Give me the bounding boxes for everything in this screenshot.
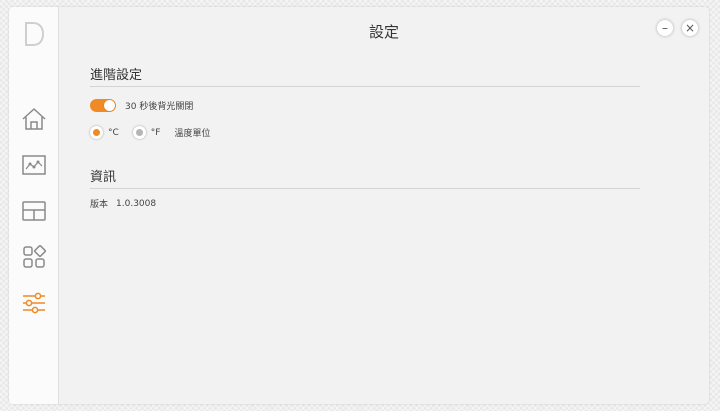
apps-icon	[23, 245, 46, 268]
fahrenheit-radio[interactable]	[132, 126, 146, 139]
version-value: 1.0.3008	[116, 198, 157, 209]
version-label: 版本	[90, 200, 109, 210]
version-row: 版本 1.0.3008	[90, 197, 157, 211]
backlight-toggle[interactable]	[90, 99, 116, 112]
home-icon	[22, 108, 46, 130]
temperature-unit-row: °C °F 溫度單位	[90, 126, 211, 139]
temperature-unit-label: 溫度單位	[174, 129, 211, 139]
chart-icon	[22, 155, 46, 175]
close-button[interactable]: ×	[682, 20, 698, 36]
minimize-button[interactable]: –	[657, 20, 673, 36]
app-logo	[23, 21, 45, 47]
app-window: 設定 – × 進階設定 30 秒後背光關閉 °C °F 溫度單位 資訊 版本 1…	[9, 7, 709, 404]
fahrenheit-label: °F	[150, 127, 161, 138]
sidebar-item-apps[interactable]	[19, 242, 49, 272]
advanced-divider	[90, 86, 640, 87]
advanced-settings-heading: 進階設定	[90, 68, 143, 83]
backlight-label: 30 秒後背光關閉	[125, 102, 194, 112]
sidebar-item-settings[interactable]	[19, 288, 49, 318]
close-icon: ×	[684, 21, 696, 35]
sidebar-item-chart[interactable]	[19, 150, 49, 180]
main-panel: 設定 – × 進階設定 30 秒後背光關閉 °C °F 溫度單位 資訊 版本 1…	[59, 7, 709, 404]
info-divider	[90, 188, 640, 189]
sidebar-item-layout[interactable]	[19, 196, 49, 226]
backlight-row: 30 秒後背光關閉	[90, 99, 193, 112]
celsius-label: °C	[108, 127, 119, 138]
celsius-radio[interactable]	[90, 126, 103, 139]
sliders-icon	[23, 292, 45, 314]
minimize-icon: –	[662, 21, 668, 35]
sidebar	[9, 7, 59, 404]
layout-icon	[22, 201, 46, 221]
page-title: 設定	[368, 23, 399, 41]
info-heading: 資訊	[90, 170, 117, 185]
sidebar-item-home[interactable]	[19, 104, 49, 134]
